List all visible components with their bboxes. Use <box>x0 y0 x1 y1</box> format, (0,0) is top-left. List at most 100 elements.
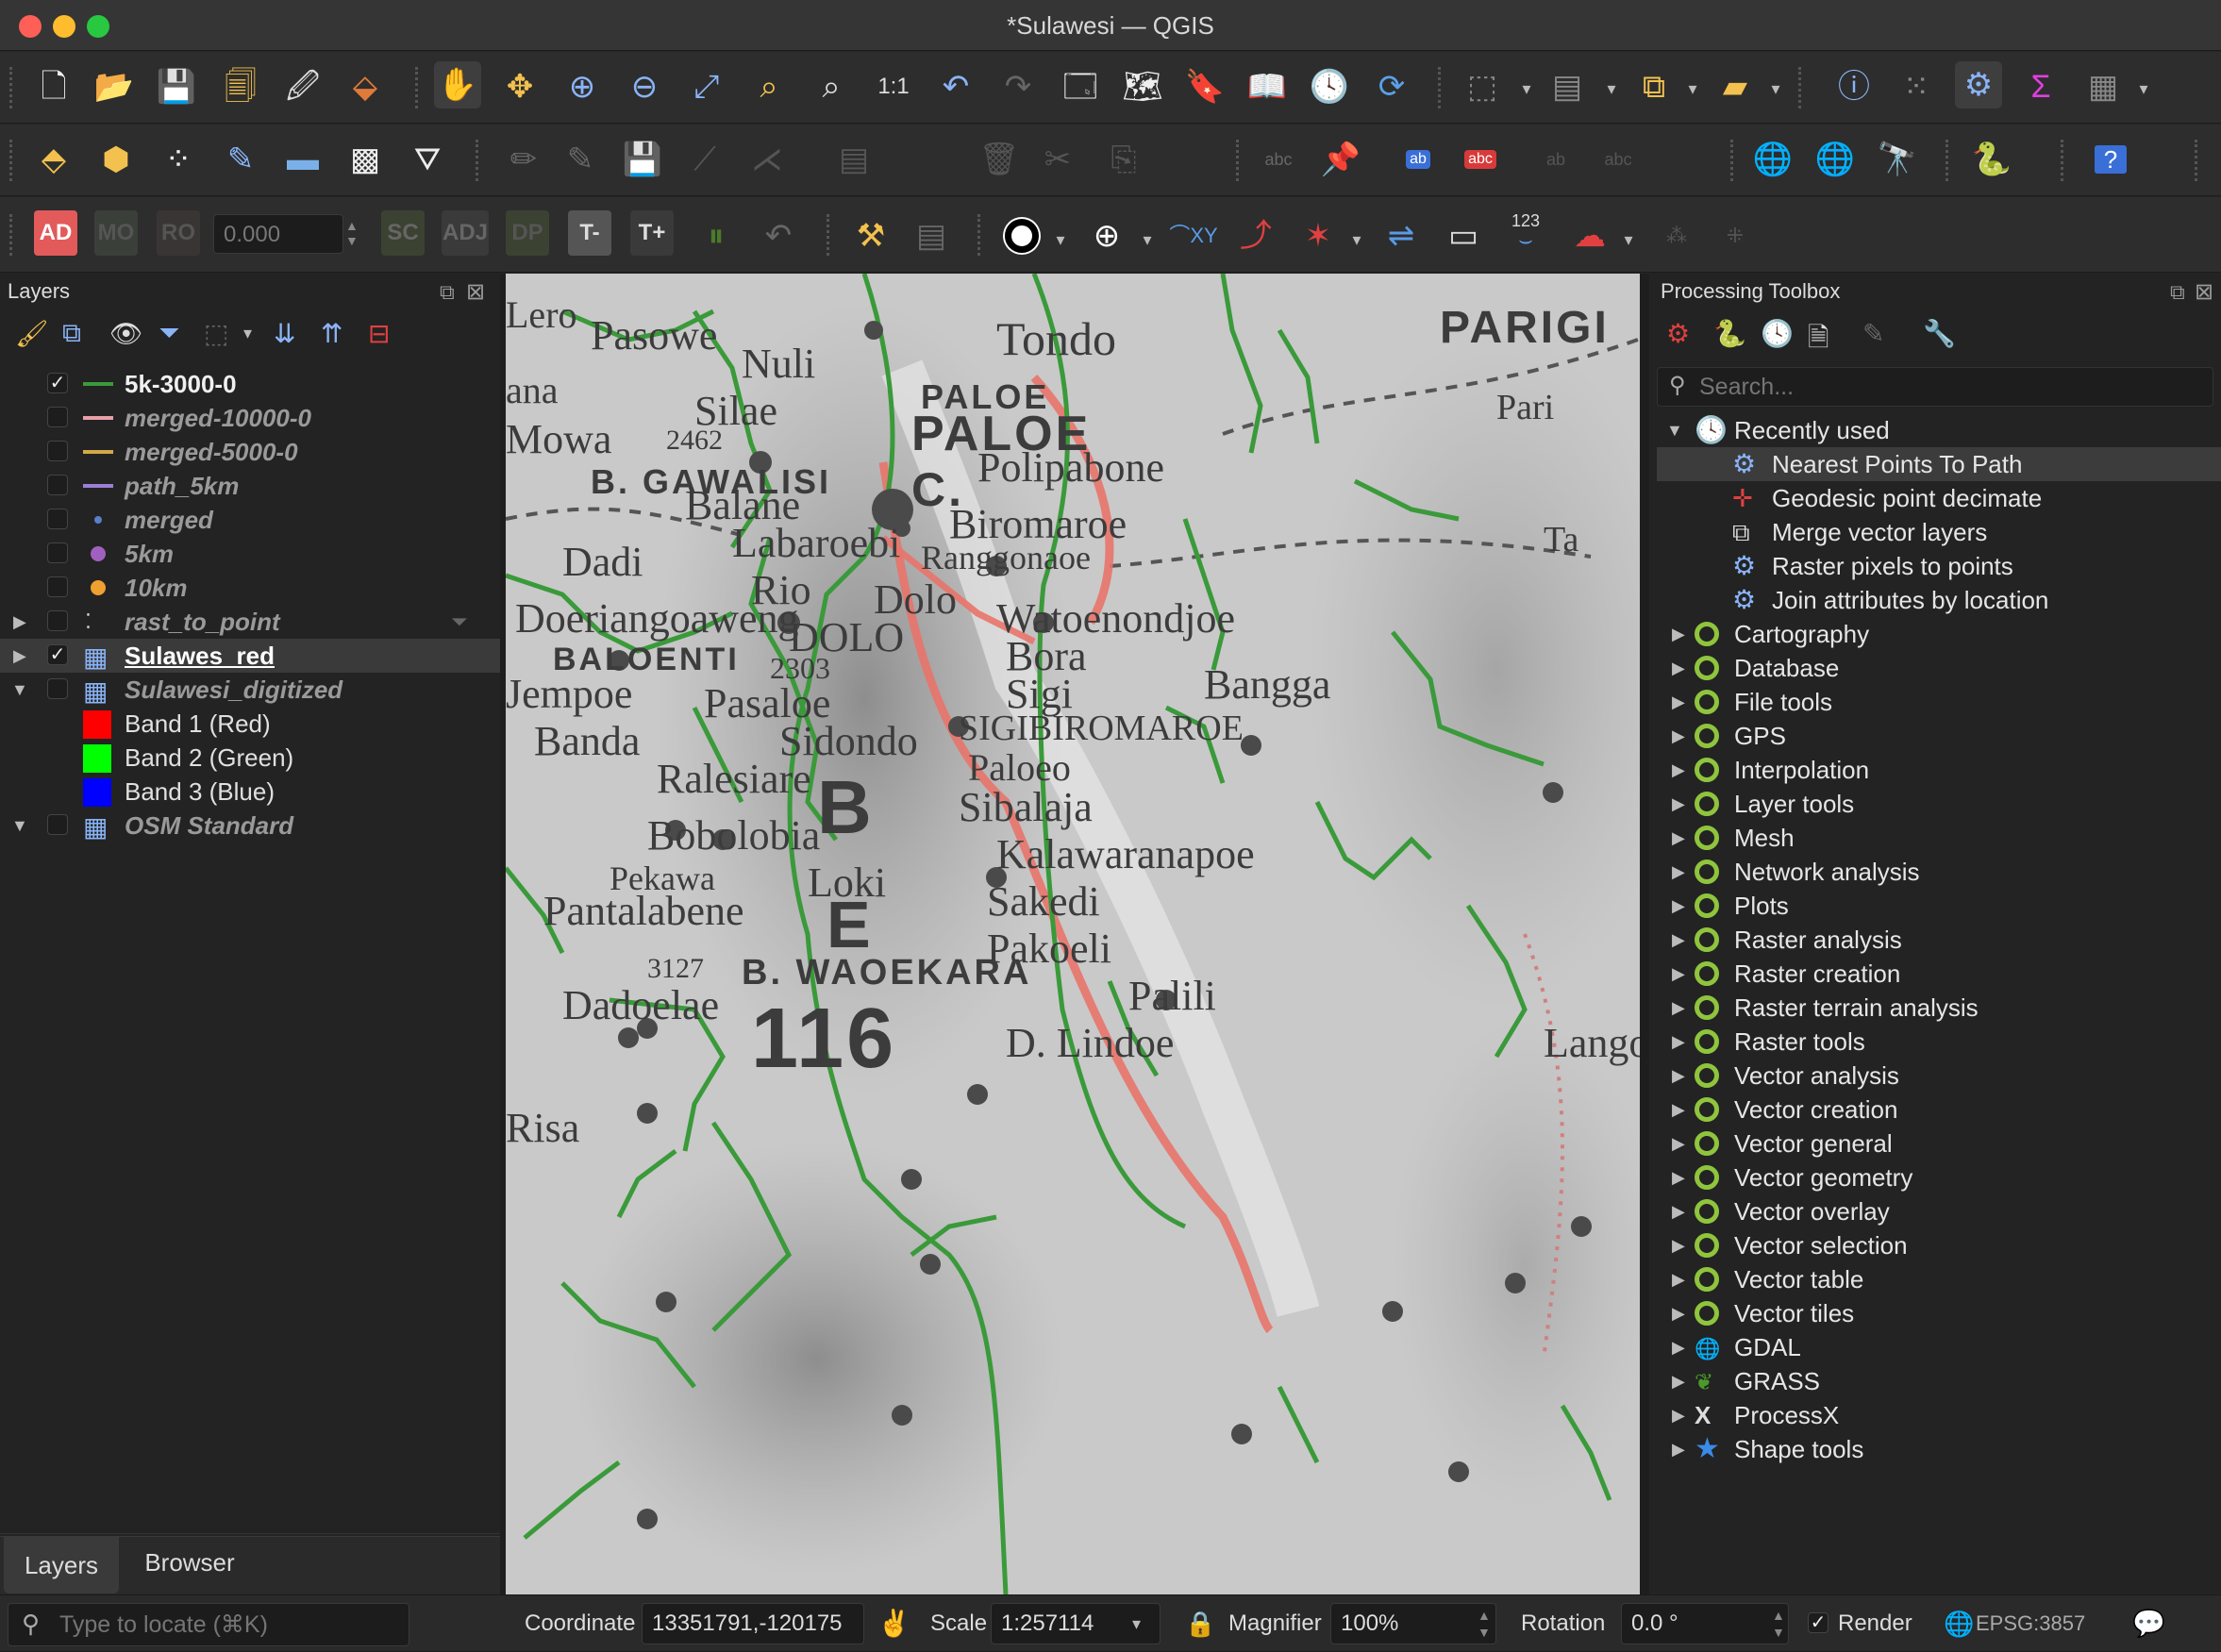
toolbox-item[interactable]: ▶ Plots <box>1657 889 2221 923</box>
sort-icon[interactable]: ⁂ <box>1653 212 1700 259</box>
label-icon[interactable]: abc <box>1255 136 1302 183</box>
collapse-all-icon[interactable]: ⇈ <box>321 318 342 349</box>
toolbar-grip[interactable] <box>827 214 832 256</box>
chevron-right-icon[interactable]: ▶ <box>1672 753 1685 787</box>
chevron-down-icon[interactable]: ▾ <box>1619 216 1638 263</box>
python-console-icon[interactable]: 🐍 <box>1968 136 2015 183</box>
chevron-down-icon[interactable]: ▾ <box>1347 216 1366 263</box>
pan-to-selection-icon[interactable]: ✥ <box>496 63 543 110</box>
layer-visibility-checkbox[interactable] <box>47 576 68 597</box>
layer-row[interactable]: merged <box>0 503 500 537</box>
crs-label[interactable]: EPSG:3857 <box>1976 1595 2085 1652</box>
copy-features-icon[interactable]: ⎘ <box>1100 136 1147 183</box>
models-icon[interactable]: ⚙ <box>1666 318 1690 349</box>
temporal-controller-icon[interactable]: 🕓 <box>1306 63 1353 110</box>
dp-button[interactable]: DP <box>506 210 549 256</box>
measure-line-icon[interactable]: ▭ <box>1440 212 1487 259</box>
data-source-manager-icon[interactable]: ⬘ <box>30 136 77 183</box>
add-group-icon[interactable]: ⧉ <box>62 318 81 349</box>
toolbox-item[interactable]: ▶ Network analysis <box>1657 855 2221 889</box>
layer-visibility-checkbox[interactable] <box>47 542 68 563</box>
filter-by-expression-icon[interactable]: ⬚ <box>204 318 228 349</box>
chevron-down-icon[interactable]: ▾ <box>1132 1595 1141 1652</box>
zoom-in-icon[interactable]: ⊕ <box>559 63 606 110</box>
toolbox-item[interactable]: ▶ 🌐 GDAL <box>1657 1330 2221 1364</box>
sc-button[interactable]: SC <box>381 210 425 256</box>
layer-row[interactable]: 5km <box>0 537 500 571</box>
toolbox-item[interactable]: ▶ Raster analysis <box>1657 923 2221 957</box>
manage-map-themes-icon[interactable]: 👁 <box>109 318 143 349</box>
refresh-icon[interactable]: ⟳ <box>1368 63 1415 110</box>
toolbox-item[interactable]: ▶ File tools <box>1657 685 2221 719</box>
chevron-right-icon[interactable]: ▶ <box>1672 991 1685 1025</box>
toolbox-item[interactable]: ▶ Mesh <box>1657 821 2221 855</box>
toolbox-item[interactable]: ▶ ★ Shape tools <box>1657 1432 2221 1466</box>
tab-browser[interactable]: Browser <box>126 1537 253 1594</box>
chevron-right-icon[interactable]: ▶ <box>1672 1364 1685 1398</box>
undo-icon[interactable]: ↶ <box>755 212 802 259</box>
zoom-native-resolution-icon[interactable]: 1:1 <box>870 63 917 110</box>
open-layer-styling-icon[interactable]: 🖌 <box>15 318 49 349</box>
layer-visibility-checkbox[interactable] <box>47 814 68 835</box>
chevron-right-icon[interactable]: ▶ <box>1672 1262 1685 1296</box>
magnifier-stepper[interactable]: ▲ ▼ <box>1478 1607 1491 1641</box>
render-checkbox[interactable]: ✓ <box>1808 1612 1829 1633</box>
scripts-icon[interactable]: 🐍 <box>1713 318 1746 349</box>
toolbox-item[interactable]: ▶ Vector geometry <box>1657 1160 2221 1194</box>
move-label-icon[interactable]: ab <box>1532 136 1579 183</box>
toolbox-item[interactable]: ▶ Vector analysis <box>1657 1059 2221 1093</box>
counter-icon[interactable]: 123 ⌣ <box>1502 209 1549 256</box>
chevron-right-icon[interactable]: ▶ <box>1672 855 1685 889</box>
split-icon[interactable]: ⇌ <box>1378 212 1425 259</box>
toolbar-grip[interactable] <box>1945 140 1951 181</box>
new-virtual-layer-icon[interactable]: ▬ <box>279 136 326 183</box>
rotate-label-icon[interactable]: abc <box>1595 136 1642 183</box>
zoom-full-icon[interactable]: ⤢ <box>683 63 730 110</box>
splitter-right[interactable] <box>1640 274 1649 1594</box>
delete-selected-icon[interactable]: 🗑 <box>976 136 1023 183</box>
chevron-right-icon[interactable]: ▶ <box>1672 1093 1685 1126</box>
layer-row[interactable]: ✓ 5k-3000-0 <box>0 367 500 401</box>
expand-all-icon[interactable]: ⇊ <box>274 318 295 349</box>
chevron-right-icon[interactable]: ▶ <box>1672 1126 1685 1160</box>
toolbar-grip[interactable] <box>1798 67 1804 108</box>
toolbox-item[interactable]: ▶ Interpolation <box>1657 753 2221 787</box>
chevron-right-icon[interactable]: ▶ <box>1672 1059 1685 1093</box>
toolbox-item[interactable]: ▶ X ProcessX <box>1657 1398 2221 1432</box>
network-icon[interactable]: ⁜ <box>1712 212 1759 259</box>
toolbar-grip[interactable] <box>977 214 983 256</box>
chevron-right-icon[interactable]: ▶ <box>1672 719 1685 753</box>
shortcuts-icon[interactable]: ▤ <box>908 212 955 259</box>
toolbox-item[interactable]: ▶ Vector tiles <box>1657 1296 2221 1330</box>
toolbar-grip[interactable] <box>1438 67 1444 108</box>
toggle-editing-icon[interactable]: ✎ <box>557 136 604 183</box>
toolbox-item[interactable]: ▶ Raster terrain analysis <box>1657 991 2221 1025</box>
processing-toolbox-icon[interactable]: ⚙ <box>1955 61 2002 108</box>
toolbox-item[interactable]: ▶ GPS <box>1657 719 2221 753</box>
locator-input[interactable] <box>59 1610 399 1640</box>
chevron-right-icon[interactable]: ▶ <box>1672 923 1685 957</box>
lock-scale-icon[interactable]: 🔒 <box>1185 1595 1215 1652</box>
zoom-to-selection-icon[interactable]: ⌕ <box>745 63 793 110</box>
adj-button[interactable]: ADJ <box>442 210 489 256</box>
coordinate-field[interactable]: 13351791,-120175 <box>642 1603 864 1644</box>
layer-visibility-checkbox[interactable] <box>47 610 68 631</box>
digitize-icon[interactable]: ⟋ <box>681 136 728 183</box>
layer-visibility-checkbox[interactable] <box>47 441 68 461</box>
xy-curve-icon[interactable]: ⌒XY <box>1169 212 1217 259</box>
float-panel-icon[interactable]: ⧉ <box>2170 280 2185 305</box>
chevron-right-icon[interactable]: ▶ <box>1672 1160 1685 1194</box>
pause-icon[interactable]: ⏸ <box>693 212 740 259</box>
float-panel-icon[interactable]: ⧉ <box>440 280 455 305</box>
chevron-right-icon[interactable]: ▶ <box>1672 651 1685 685</box>
layer-row[interactable]: Band 3 (Blue) <box>0 775 500 809</box>
toolbox-item[interactable]: ▼ 🕓 Recently used <box>1657 413 2221 447</box>
value-stepper[interactable]: ▲ ▼ <box>345 218 359 248</box>
bookmark-icon[interactable]: 🔖 <box>1181 63 1228 110</box>
toolbox-item[interactable]: ▶ ❦ GRASS <box>1657 1364 2221 1398</box>
shape-style-icon[interactable]: ☁ <box>1566 212 1613 259</box>
splitter-left[interactable] <box>500 274 506 1594</box>
close-panel-icon[interactable]: ⊠ <box>2195 278 2213 306</box>
chevron-right-icon[interactable]: ▶ <box>13 605 26 639</box>
chevron-right-icon[interactable]: ▶ <box>1672 1025 1685 1059</box>
